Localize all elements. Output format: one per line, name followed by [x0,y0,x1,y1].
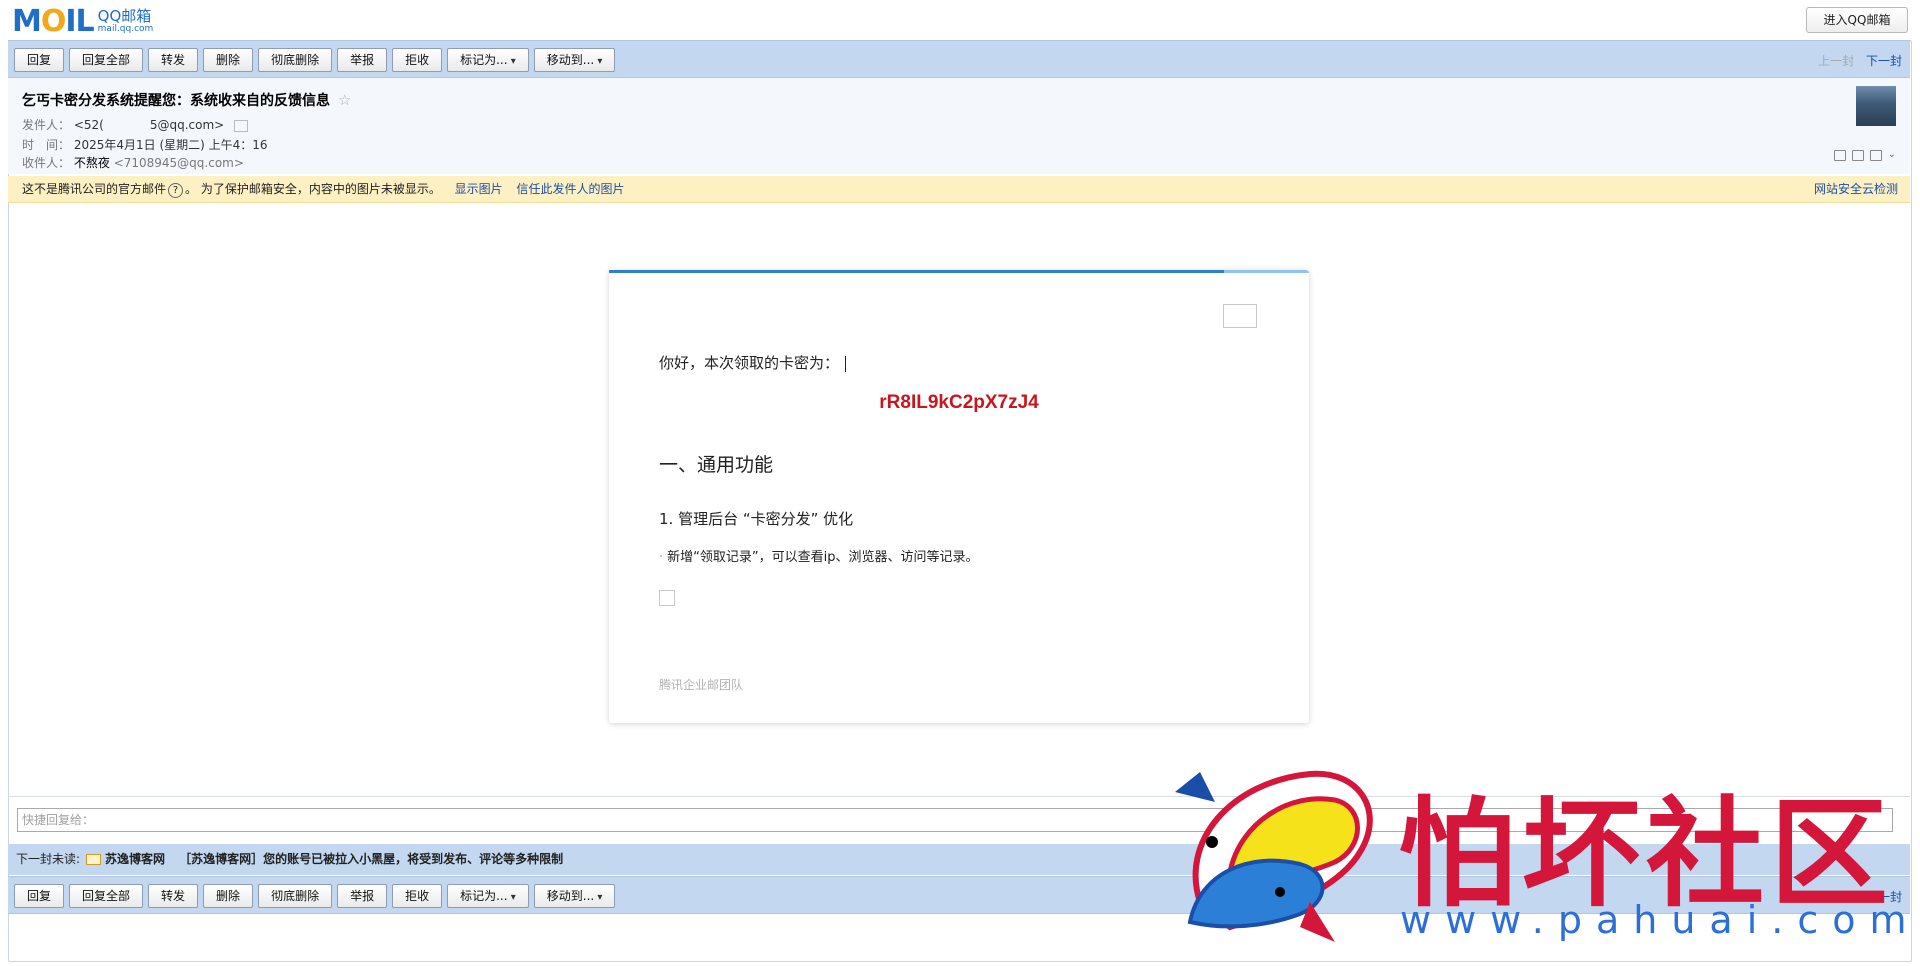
delete-permanently-button[interactable]: 彻底删除 [258,48,333,72]
enter-qq-mail-button[interactable]: 进入QQ邮箱 [1806,7,1908,33]
watermark-url: www.pahuai.com [1400,898,1920,942]
card-top-line [609,270,1309,273]
report-button[interactable]: 举报 [337,48,388,72]
move-to-dropdown[interactable]: 移动到... [533,48,616,72]
help-icon[interactable]: ? [168,183,184,198]
time-row: 时 间： 2025年4月1日 (星期二) 上午4：16 [22,136,268,153]
mail-body-card: 你好，本次领取的卡密为： rR8IL9kC2pX7zJ4 一、通用功能 1. 管… [609,270,1309,723]
to-email[interactable]: <7108945@qq.com> [114,156,244,170]
mail-subject: 乞丐卡密分发系统提醒您：系统收来自的反馈信息 ☆ [22,90,351,110]
section-title: 一、通用功能 [659,454,774,476]
reply-all-button[interactable]: 回复全部 [69,884,144,908]
bullet-dot: · [659,550,664,565]
contact-card-icon[interactable] [234,119,249,132]
mail-subject-text: 乞丐卡密分发系统提醒您：系统收来自的反馈信息 [22,93,330,109]
next-unread-label: 下一封未读: [16,852,81,866]
security-check-link[interactable]: 网站安全云检测 [1814,176,1898,202]
warning-text-images: 。 为了保护邮箱安全，内容中的图片未被显示。 [185,182,441,196]
print-icon[interactable] [1869,150,1882,161]
report-button[interactable]: 举报 [337,884,388,908]
forward-button[interactable]: 转发 [148,884,199,908]
reply-button[interactable]: 回复 [14,884,65,908]
logo-word: MOIL [12,3,95,39]
top-bar: MOIL QQ邮箱 mail.qq.com 进入QQ邮箱 [0,0,1920,40]
logo-brand: QQ邮箱 [97,6,152,25]
reply-button[interactable]: 回复 [14,48,65,72]
from-address-end[interactable]: 5@qq.com> [150,118,224,132]
view-icon[interactable] [1833,150,1846,161]
card-code: rR8IL9kC2pX7zJ4 [879,392,1039,413]
item-title: 1. 管理后台 “卡密分发” 优化 [659,510,854,528]
broken-image-icon [1223,304,1257,328]
next-mail-link[interactable]: 下一封 [1866,54,1902,68]
reply-all-button[interactable]: 回复全部 [69,48,144,72]
from-row: 发件人： <52( 5@qq.com> [22,116,249,133]
warning-text-official: 这不是腾讯公司的官方邮件 [22,182,167,196]
item-description: · 新增“领取记录”，可以查看ip、浏览器、访问等记录。 [659,546,978,565]
time-label: 时 间： [22,138,71,152]
to-name[interactable]: 不熬夜 [74,156,110,170]
sender-avatar[interactable] [1856,86,1896,126]
delete-button[interactable]: 删除 [203,884,254,908]
greeting-text: 你好，本次领取的卡密为： [659,352,846,373]
delete-button[interactable]: 删除 [203,48,254,72]
from-address-start[interactable]: <52( [74,118,104,132]
trust-sender-images-link[interactable]: 信任此发件人的图片 [517,182,625,196]
mail-toolbar-top: 回复 回复全部 转发 删除 彻底删除 举报 拒收 标记为... 移动到... 上… [8,40,1910,78]
mark-as-dropdown[interactable]: 标记为... [447,884,529,908]
reject-button[interactable]: 拒收 [392,48,443,72]
header-tools: ⌄ [1833,150,1896,161]
next-unread-sender[interactable]: 苏逸博客网 [105,852,165,866]
from-label: 发件人： [22,118,71,132]
item-description-text: 新增“领取记录”，可以查看ip、浏览器、访问等记录。 [667,550,979,565]
delete-permanently-button[interactable]: 彻底删除 [258,884,333,908]
show-images-link[interactable]: 显示图片 [455,182,503,196]
reject-button[interactable]: 拒收 [392,884,443,908]
broken-image-icon [659,590,675,606]
qq-mail-logo[interactable]: MOIL QQ邮箱 mail.qq.com [12,3,154,39]
envelope-icon [86,854,102,865]
chevron-down-icon[interactable]: ⌄ [1888,150,1896,160]
to-label: 收件人： [22,156,71,170]
folder-icon[interactable] [1851,150,1864,161]
prev-mail-link[interactable]: 上一封 [1818,54,1854,68]
security-warning-bar: 这不是腾讯公司的官方邮件?。 为了保护邮箱安全，内容中的图片未被显示。 显示图片… [8,176,1910,203]
watermark: 怕坏社区 www.pahuai.com [1150,752,1920,952]
time-value: 2025年4月1日 (星期二) 上午4：16 [73,138,268,152]
move-to-dropdown[interactable]: 移动到... [533,884,616,908]
mail-header: 乞丐卡密分发系统提醒您：系统收来自的反馈信息 ☆ 发件人： <52( 5@qq.co… [8,78,1910,174]
logo-domain: mail.qq.com [97,23,154,34]
team-signature: 腾讯企业邮团队 [659,678,744,692]
to-row: 收件人： 不熬夜 <7108945@qq.com> [22,154,244,171]
star-icon[interactable]: ☆ [338,91,351,109]
fish-logo-icon [1175,770,1373,942]
next-unread-subject[interactable]: ［苏逸博客网］您的账号已被拉入小黑屋，将受到发布、评论等多种限制 [179,852,563,866]
mark-as-dropdown[interactable]: 标记为... [447,48,529,72]
forward-button[interactable]: 转发 [148,48,199,72]
